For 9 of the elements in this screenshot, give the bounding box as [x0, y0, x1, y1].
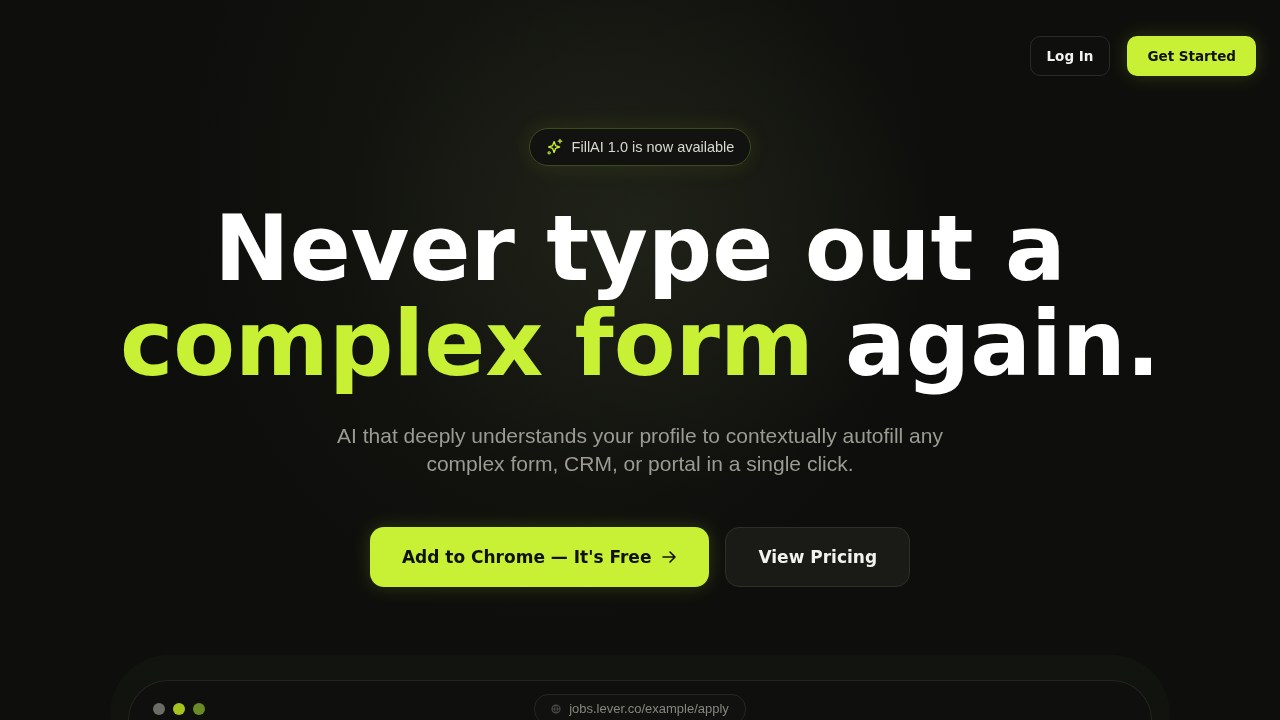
sparkle-icon — [545, 138, 564, 156]
globe-icon — [551, 704, 562, 714]
add-to-chrome-button[interactable]: Add to Chrome — It's Free — [369, 527, 710, 587]
url-bar[interactable]: jobs.lever.co/example/apply — [534, 694, 746, 720]
hero-subtitle: AI that deeply understands your profile to contextually autofill any complex form, CRM, or portal in a single click. — [336, 423, 944, 477]
log-in-button[interactable]: Log In — [1029, 36, 1111, 76]
get-started-button[interactable]: Get Started — [1127, 36, 1256, 76]
view-pricing-button[interactable]: View Pricing — [725, 527, 911, 587]
announcement-badge[interactable]: FillAI 1.0 is now available — [528, 128, 752, 166]
